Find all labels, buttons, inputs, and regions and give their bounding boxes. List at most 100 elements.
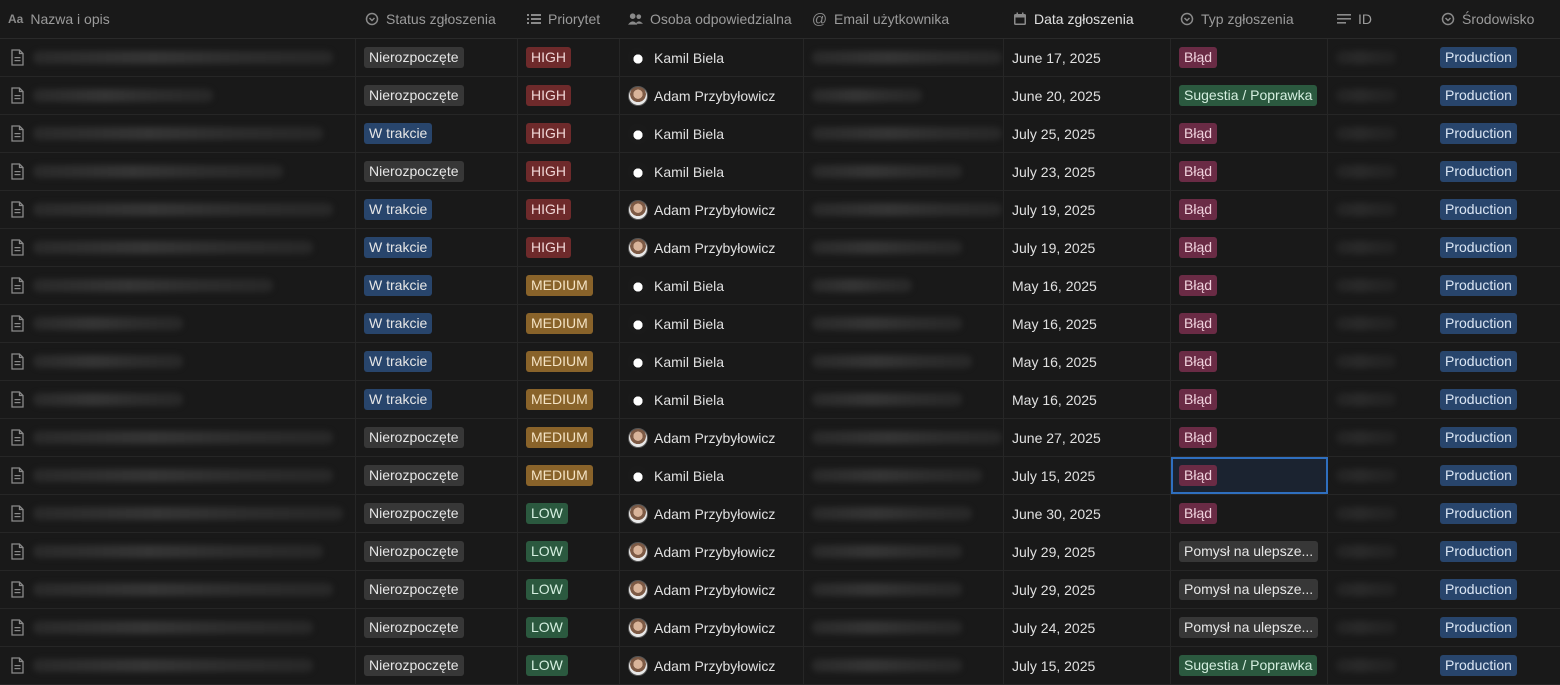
column-header-email[interactable]: @ Email użytkownika <box>804 11 1004 27</box>
cell-status[interactable]: Nierozpoczęte <box>356 419 518 456</box>
cell-priority[interactable]: MEDIUM <box>518 381 620 418</box>
cell-env[interactable]: Production <box>1432 229 1560 266</box>
cell-email[interactable] <box>804 39 1004 76</box>
cell-priority[interactable]: LOW <box>518 495 620 532</box>
column-header-type[interactable]: Typ zgłoszenia <box>1171 11 1328 27</box>
cell-person[interactable]: Kamil Biela <box>620 305 804 342</box>
cell-name[interactable] <box>0 229 356 266</box>
cell-date[interactable]: May 16, 2025 <box>1004 267 1171 304</box>
cell-id[interactable] <box>1328 229 1432 266</box>
cell-status[interactable]: Nierozpoczęte <box>356 153 518 190</box>
cell-status[interactable]: W trakcie <box>356 343 518 380</box>
table-row[interactable]: W trakcie HIGH Kamil Biela July 25, 2025… <box>0 115 1560 153</box>
cell-env[interactable]: Production <box>1432 609 1560 646</box>
cell-person[interactable]: Adam Przybyłowicz <box>620 495 804 532</box>
cell-priority[interactable]: MEDIUM <box>518 343 620 380</box>
column-header-person[interactable]: Osoba odpowiedzialna <box>620 11 804 27</box>
cell-id[interactable] <box>1328 495 1432 532</box>
cell-date[interactable]: July 19, 2025 <box>1004 229 1171 266</box>
table-row[interactable]: Nierozpoczęte LOW Adam Przybyłowicz July… <box>0 609 1560 647</box>
cell-email[interactable] <box>804 381 1004 418</box>
cell-type[interactable]: Błąd <box>1171 115 1328 152</box>
table-row[interactable]: W trakcie MEDIUM Kamil Biela May 16, 202… <box>0 267 1560 305</box>
cell-person[interactable]: Kamil Biela <box>620 39 804 76</box>
table-row[interactable]: Nierozpoczęte LOW Adam Przybyłowicz June… <box>0 495 1560 533</box>
cell-name[interactable] <box>0 153 356 190</box>
cell-type[interactable]: Pomysł na ulepsze... <box>1171 609 1328 646</box>
cell-type[interactable]: Błąd <box>1171 39 1328 76</box>
table-row[interactable]: Nierozpoczęte LOW Adam Przybyłowicz July… <box>0 571 1560 609</box>
cell-name[interactable] <box>0 609 356 646</box>
cell-person[interactable]: Kamil Biela <box>620 267 804 304</box>
cell-env[interactable]: Production <box>1432 153 1560 190</box>
cell-date[interactable]: June 17, 2025 <box>1004 39 1171 76</box>
cell-type[interactable]: Sugestia / Poprawka <box>1171 77 1328 114</box>
column-header-name[interactable]: Aa Nazwa i opis <box>0 11 356 27</box>
cell-status[interactable]: W trakcie <box>356 381 518 418</box>
cell-email[interactable] <box>804 457 1004 494</box>
cell-person[interactable]: Adam Przybyłowicz <box>620 647 804 684</box>
table-row[interactable]: Nierozpoczęte MEDIUM Kamil Biela July 15… <box>0 457 1560 495</box>
cell-id[interactable] <box>1328 419 1432 456</box>
table-row[interactable]: Nierozpoczęte LOW Adam Przybyłowicz July… <box>0 647 1560 685</box>
cell-priority[interactable]: LOW <box>518 533 620 570</box>
cell-priority[interactable]: HIGH <box>518 77 620 114</box>
cell-email[interactable] <box>804 153 1004 190</box>
cell-env[interactable]: Production <box>1432 419 1560 456</box>
cell-type[interactable]: Błąd <box>1171 343 1328 380</box>
cell-person[interactable]: Kamil Biela <box>620 457 804 494</box>
cell-person[interactable]: Kamil Biela <box>620 115 804 152</box>
cell-email[interactable] <box>804 77 1004 114</box>
cell-status[interactable]: Nierozpoczęte <box>356 495 518 532</box>
cell-priority[interactable]: MEDIUM <box>518 305 620 342</box>
cell-priority[interactable]: LOW <box>518 647 620 684</box>
cell-env[interactable]: Production <box>1432 191 1560 228</box>
cell-name[interactable] <box>0 381 356 418</box>
cell-priority[interactable]: MEDIUM <box>518 419 620 456</box>
column-header-priority[interactable]: Priorytet <box>518 11 620 27</box>
cell-date[interactable]: June 27, 2025 <box>1004 419 1171 456</box>
table-row[interactable]: Nierozpoczęte HIGH Adam Przybyłowicz Jun… <box>0 77 1560 115</box>
cell-priority[interactable]: MEDIUM <box>518 457 620 494</box>
cell-status[interactable]: Nierozpoczęte <box>356 571 518 608</box>
cell-person[interactable]: Kamil Biela <box>620 153 804 190</box>
cell-name[interactable] <box>0 39 356 76</box>
cell-status[interactable]: W trakcie <box>356 191 518 228</box>
cell-date[interactable]: July 19, 2025 <box>1004 191 1171 228</box>
cell-person[interactable]: Kamil Biela <box>620 381 804 418</box>
cell-env[interactable]: Production <box>1432 305 1560 342</box>
cell-email[interactable] <box>804 533 1004 570</box>
cell-email[interactable] <box>804 191 1004 228</box>
cell-person[interactable]: Adam Przybyłowicz <box>620 571 804 608</box>
table-row[interactable]: W trakcie HIGH Adam Przybyłowicz July 19… <box>0 191 1560 229</box>
cell-email[interactable] <box>804 647 1004 684</box>
cell-status[interactable]: W trakcie <box>356 267 518 304</box>
cell-status[interactable]: Nierozpoczęte <box>356 609 518 646</box>
cell-status[interactable]: W trakcie <box>356 229 518 266</box>
cell-id[interactable] <box>1328 115 1432 152</box>
cell-priority[interactable]: HIGH <box>518 39 620 76</box>
cell-email[interactable] <box>804 571 1004 608</box>
cell-date[interactable]: May 16, 2025 <box>1004 381 1171 418</box>
cell-name[interactable] <box>0 191 356 228</box>
cell-status[interactable]: Nierozpoczęte <box>356 533 518 570</box>
cell-id[interactable] <box>1328 609 1432 646</box>
cell-status[interactable]: W trakcie <box>356 305 518 342</box>
cell-name[interactable] <box>0 571 356 608</box>
cell-date[interactable]: July 15, 2025 <box>1004 647 1171 684</box>
cell-env[interactable]: Production <box>1432 533 1560 570</box>
table-row[interactable]: Nierozpoczęte LOW Adam Przybyłowicz July… <box>0 533 1560 571</box>
cell-person[interactable]: Adam Przybyłowicz <box>620 609 804 646</box>
cell-type[interactable]: Błąd <box>1171 153 1328 190</box>
cell-id[interactable] <box>1328 571 1432 608</box>
cell-name[interactable] <box>0 305 356 342</box>
cell-person[interactable]: Adam Przybyłowicz <box>620 419 804 456</box>
table-row[interactable]: Nierozpoczęte HIGH Kamil Biela July 23, … <box>0 153 1560 191</box>
cell-status[interactable]: Nierozpoczęte <box>356 39 518 76</box>
cell-env[interactable]: Production <box>1432 267 1560 304</box>
cell-env[interactable]: Production <box>1432 343 1560 380</box>
cell-person[interactable]: Adam Przybyłowicz <box>620 229 804 266</box>
cell-email[interactable] <box>804 495 1004 532</box>
cell-email[interactable] <box>804 115 1004 152</box>
cell-date[interactable]: June 20, 2025 <box>1004 77 1171 114</box>
